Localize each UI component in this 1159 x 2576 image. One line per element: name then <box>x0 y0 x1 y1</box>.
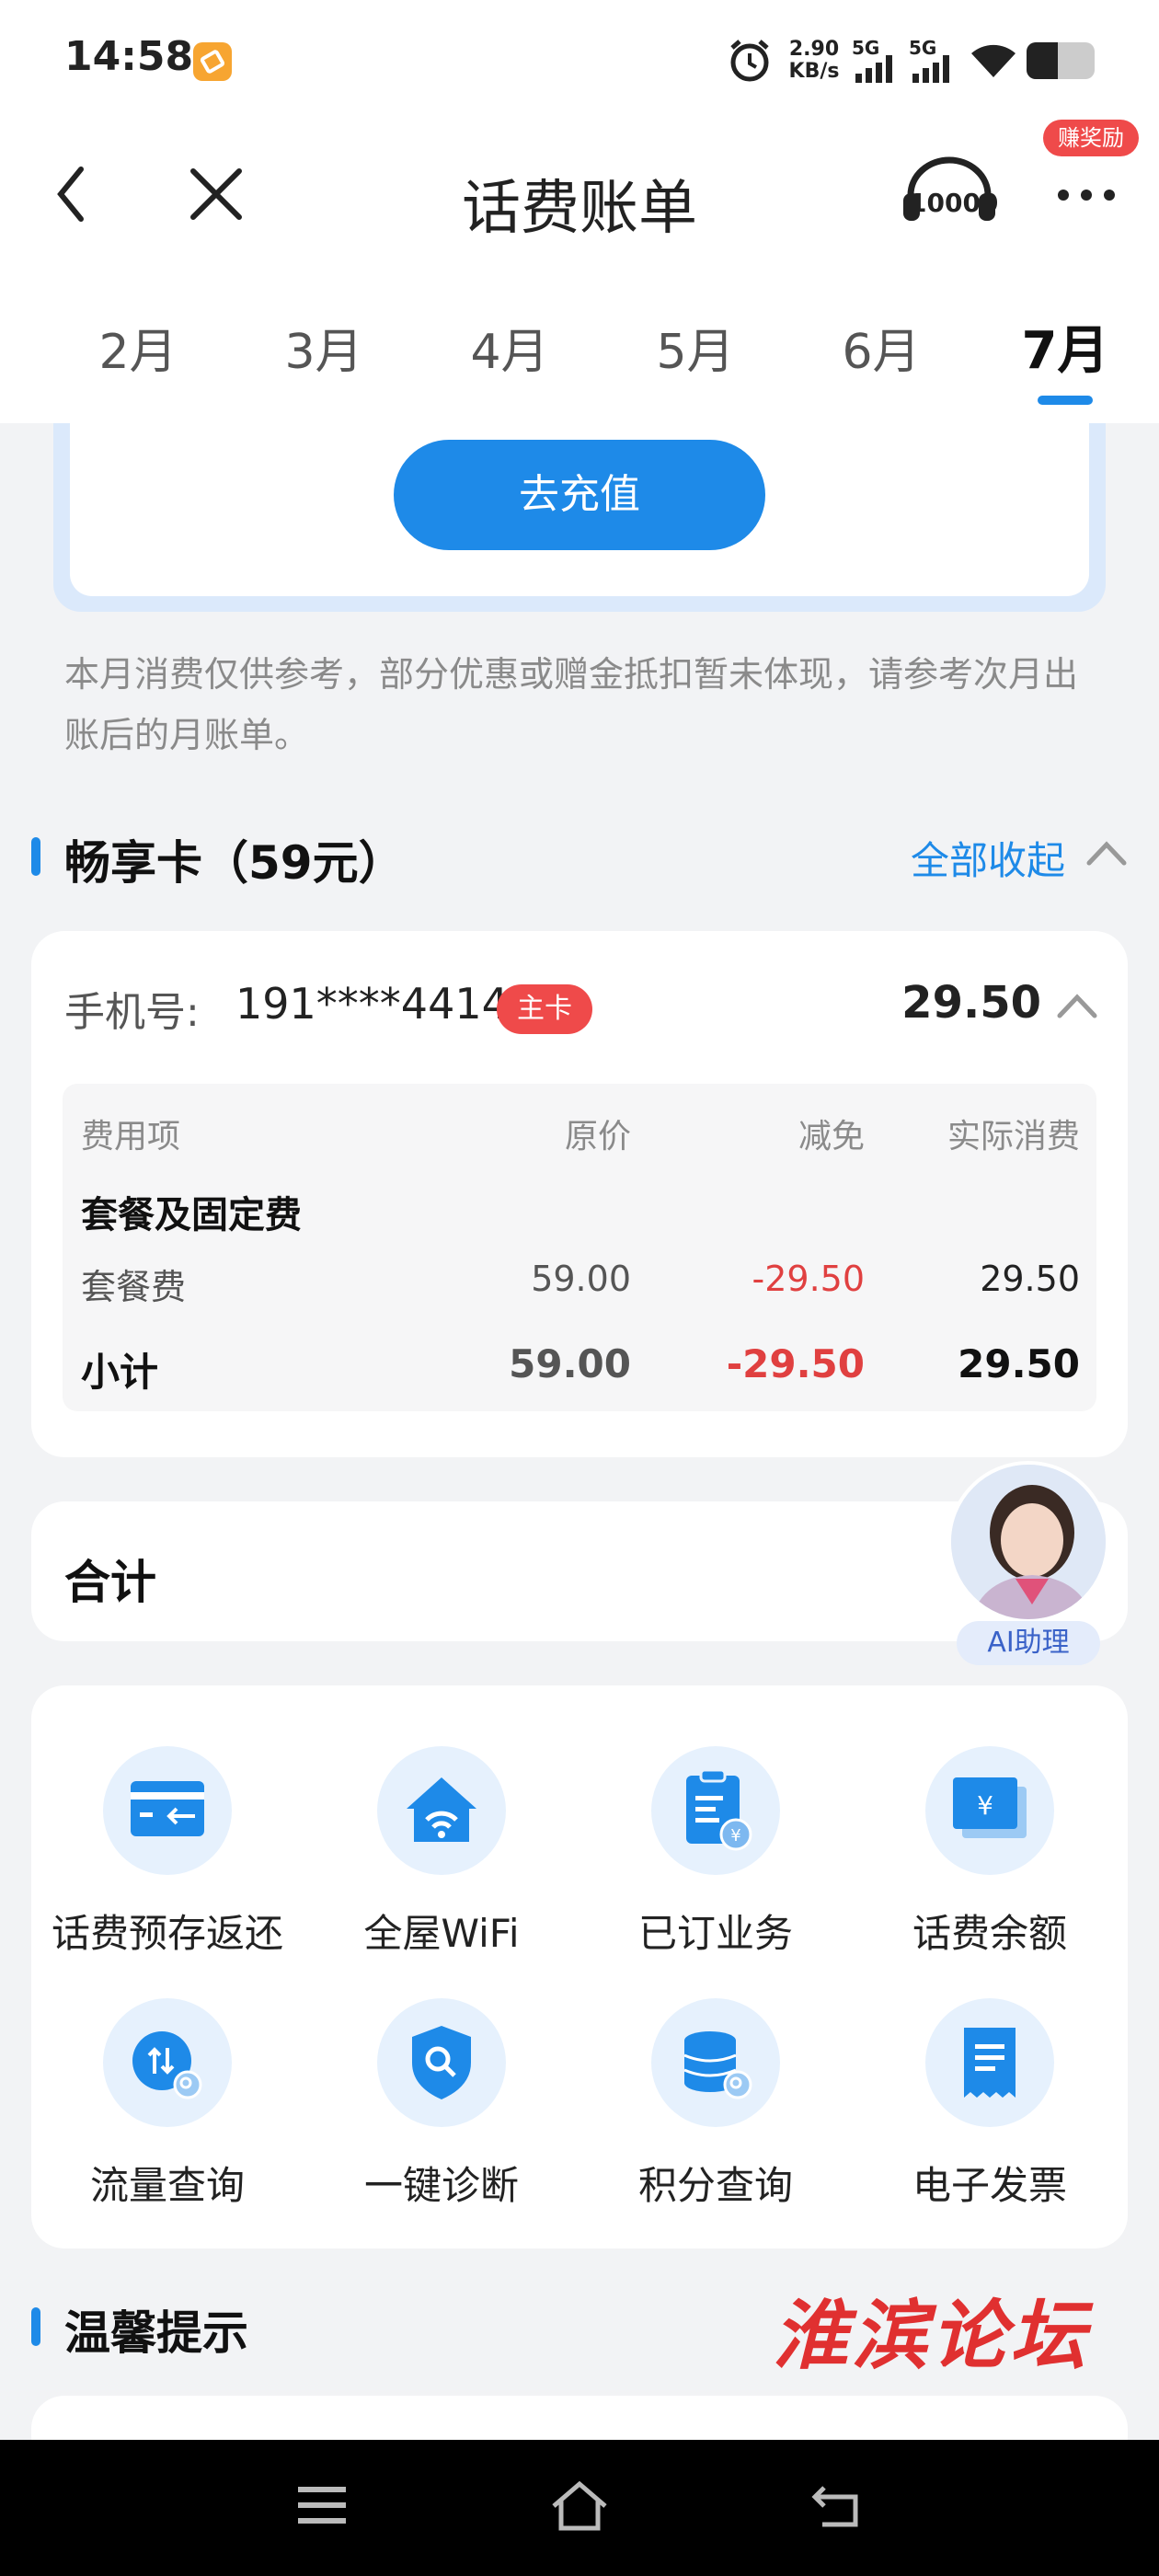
total-label: 合计 <box>64 1556 156 1609</box>
tab-feb[interactable]: 2月 <box>64 313 212 382</box>
service-prepay-return[interactable]: 话费预存返还 <box>29 1746 305 1959</box>
tab-jul[interactable]: 7月 <box>992 309 1139 384</box>
menu-icon[interactable] <box>296 2484 348 2526</box>
chevron-up-icon[interactable] <box>1056 992 1098 1019</box>
subtotal-actual: 29.50 <box>958 1341 1080 1386</box>
card-return-icon <box>103 1746 232 1875</box>
home-icon[interactable] <box>548 2478 611 2534</box>
tab-may[interactable]: 5月 <box>622 313 769 382</box>
service-subscribed[interactable]: ¥ 已订业务 <box>578 1746 854 1959</box>
customer-service-icon[interactable]: 10000 <box>900 156 999 234</box>
data-query-icon <box>103 1998 232 2127</box>
back-icon[interactable] <box>52 162 92 226</box>
service-data-query[interactable]: 流量查询 <box>29 1998 305 2211</box>
status-time: 14:58 <box>64 33 194 80</box>
tab-mar[interactable]: 3月 <box>250 313 397 382</box>
phone-number: 191****4414 <box>235 979 509 1029</box>
service-balance[interactable]: ¥ 话费余额 <box>852 1746 1128 1959</box>
group-title: 套餐及固定费 <box>81 1194 302 1236</box>
row-actual: 29.50 <box>980 1259 1080 1299</box>
tab-jun[interactable]: 6月 <box>808 313 955 382</box>
home-wifi-icon <box>377 1746 506 1875</box>
close-icon[interactable] <box>188 166 245 223</box>
shield-search-icon <box>377 1998 506 2127</box>
row-original: 59.00 <box>531 1259 631 1299</box>
header-original: 原价 <box>564 1118 631 1156</box>
active-tab-indicator <box>1038 396 1093 405</box>
svg-text:¥: ¥ <box>977 1790 993 1821</box>
invoice-icon <box>925 1998 1054 2127</box>
subtotal-label: 小计 <box>81 1350 159 1395</box>
ai-assistant-label[interactable]: AI助理 <box>957 1621 1100 1665</box>
plan-section-title: 畅享卡（59元） <box>64 836 405 890</box>
service-e-invoice[interactable]: 电子发票 <box>852 1998 1128 2211</box>
app-notification-icon <box>193 42 232 81</box>
service-home-wifi[interactable]: 全屋WiFi <box>304 1746 580 1959</box>
clipboard-icon: ¥ <box>651 1746 780 1875</box>
signal-sim2-icon: 5G <box>909 37 958 83</box>
section-marker <box>31 837 40 876</box>
wifi-icon <box>971 44 1016 77</box>
service-points[interactable]: 积分查询 <box>578 1998 854 2211</box>
header-actual: 实际消费 <box>947 1118 1080 1156</box>
page-title: 话费账单 <box>462 175 697 243</box>
section-marker <box>31 2307 40 2346</box>
collapse-all-button[interactable]: 全部收起 <box>911 830 1065 886</box>
row-discount: -29.50 <box>752 1259 866 1299</box>
back-nav-icon[interactable] <box>809 2482 866 2530</box>
alarm-icon <box>730 40 769 82</box>
reward-badge[interactable]: 赚奖励 <box>1043 120 1139 156</box>
phone-label: 手机号: <box>64 989 200 1036</box>
svg-text:¥: ¥ <box>730 1826 740 1846</box>
network-speed: 2.90 KB/s <box>788 38 840 83</box>
tips-section-title: 温馨提示 <box>64 2306 248 2360</box>
recharge-button[interactable]: 去充值 <box>394 440 765 550</box>
points-icon <box>651 1998 780 2127</box>
subtotal-discount: -29.50 <box>726 1341 865 1386</box>
watermark: 淮滨论坛 <box>773 2292 1089 2380</box>
more-icon[interactable] <box>1054 184 1119 206</box>
header-discount: 减免 <box>798 1118 865 1156</box>
signal-sim1-icon: 5G <box>852 37 901 83</box>
balance-icon: ¥ <box>925 1746 1054 1875</box>
phone-amount: 29.50 <box>901 977 1041 1029</box>
tab-apr[interactable]: 4月 <box>436 313 583 382</box>
battery-icon <box>1027 42 1095 79</box>
bill-note: 本月消费仅供参考，部分优惠或赠金抵扣暂未体现，请参考次月出账后的月账单。 <box>64 654 1079 755</box>
ai-assistant-avatar[interactable] <box>947 1461 1109 1623</box>
subtotal-original: 59.00 <box>509 1341 631 1386</box>
row-item: 套餐费 <box>81 1267 187 1307</box>
chevron-up-icon[interactable] <box>1085 839 1128 867</box>
main-card-badge: 主卡 <box>497 984 592 1034</box>
service-diagnosis[interactable]: 一键诊断 <box>304 1998 580 2211</box>
header-item: 费用项 <box>81 1118 181 1156</box>
